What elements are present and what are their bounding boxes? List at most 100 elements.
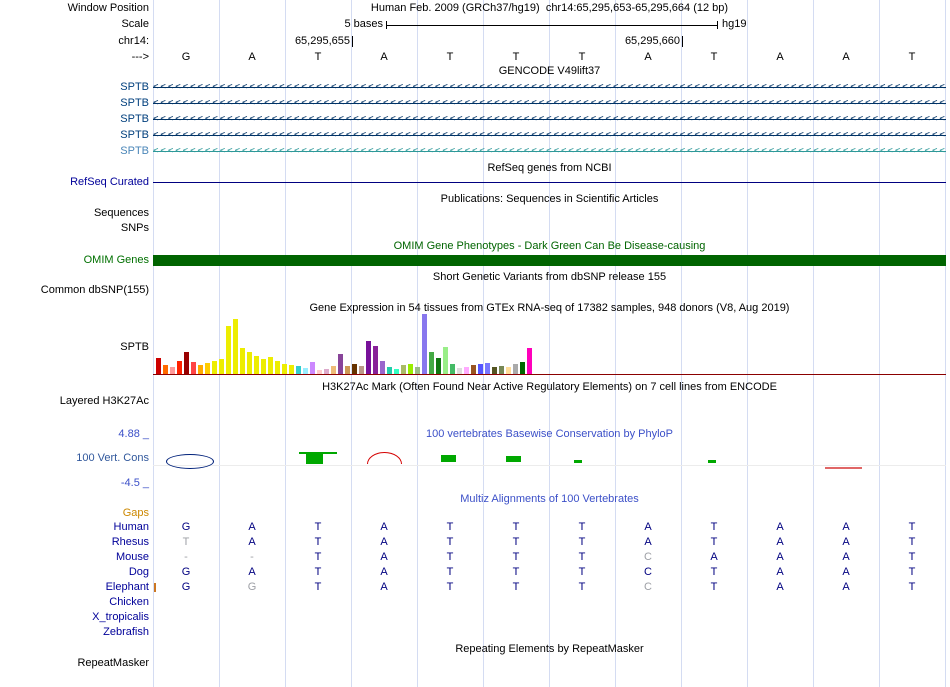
refseq-gene-line[interactable] (153, 182, 946, 183)
gtex-tissue-bar[interactable] (177, 361, 182, 374)
gtex-tissue-bar[interactable] (212, 361, 217, 374)
track-label-sptb-1[interactable]: SPTB (0, 81, 149, 94)
coord-right-tick (682, 36, 683, 47)
gtex-tissue-bar[interactable] (485, 363, 490, 374)
sptb-transcript-3[interactable]: <<<<<<<<<<<<<<<<<<<<<<<<<<<<<<<<<<<<<<<<… (153, 113, 946, 126)
gtex-tissue-bar[interactable] (506, 367, 511, 374)
chrom-label: chr14: (118, 35, 149, 47)
species-label-human[interactable]: Human (0, 521, 149, 534)
gtex-tissue-bar[interactable] (219, 359, 224, 374)
base-cell: - (250, 551, 254, 563)
gtex-tissue-bar[interactable] (240, 348, 245, 374)
gtex-tissue-bar[interactable] (352, 364, 357, 374)
gtex-tissue-bar[interactable] (198, 365, 203, 374)
track-label-sequences[interactable]: Sequences (0, 207, 149, 220)
omim-track-title: OMIM Gene Phenotypes - Dark Green Can Be… (393, 240, 706, 252)
gtex-tissue-bar[interactable] (471, 365, 476, 374)
gtex-tissue-bar[interactable] (331, 366, 336, 374)
gtex-tissue-bar[interactable] (520, 362, 525, 374)
omim-gene-bar[interactable] (153, 255, 946, 266)
gtex-tissue-bar[interactable] (205, 363, 210, 374)
gtex-tissue-bar[interactable] (408, 364, 413, 374)
sptb-transcript-2[interactable]: <<<<<<<<<<<<<<<<<<<<<<<<<<<<<<<<<<<<<<<<… (153, 97, 946, 110)
gtex-tissue-bar[interactable] (233, 319, 238, 374)
base-cell: T (512, 521, 520, 533)
track-label-gtex-sptb[interactable]: SPTB (0, 341, 149, 354)
species-label-elephant[interactable]: Elephant (0, 581, 149, 594)
gtex-tissue-bar[interactable] (380, 361, 385, 374)
scale-label: Scale (121, 18, 149, 30)
gtex-tissue-bar[interactable] (499, 366, 504, 374)
gtex-tissue-bar[interactable] (191, 362, 196, 374)
gtex-tissue-bar[interactable] (373, 346, 378, 374)
gtex-tissue-bar[interactable] (464, 367, 469, 374)
track-label-sptb-2[interactable]: SPTB (0, 97, 149, 110)
conservation-mark-base (153, 465, 946, 466)
gtex-tissue-bar[interactable] (184, 352, 189, 374)
gtex-tissue-bar[interactable] (254, 356, 259, 374)
publications-track-title: Publications: Sequences in Scientific Ar… (440, 193, 659, 205)
gtex-tissue-bar[interactable] (492, 367, 497, 374)
alignment-row-dog: GATATTTCTAAT (153, 566, 946, 579)
gtex-tissue-bar[interactable] (366, 341, 371, 374)
species-label-zebrafish[interactable]: Zebrafish (0, 626, 149, 639)
gtex-tissue-bar[interactable] (170, 367, 175, 374)
gtex-tissue-bar[interactable] (289, 365, 294, 374)
track-label-snps[interactable]: SNPs (0, 222, 149, 235)
gtex-tissue-bar[interactable] (422, 314, 427, 374)
gtex-tissue-bar[interactable] (226, 326, 231, 374)
gtex-tissue-bar[interactable] (338, 354, 343, 374)
track-label-common-dbsnp[interactable]: Common dbSNP(155) (0, 284, 149, 297)
species-label-chicken[interactable]: Chicken (0, 596, 149, 609)
species-label-dog[interactable]: Dog (0, 566, 149, 579)
base-cell: T (314, 536, 322, 548)
sptb-transcript-1[interactable]: <<<<<<<<<<<<<<<<<<<<<<<<<<<<<<<<<<<<<<<<… (153, 81, 946, 94)
gtex-tissue-bar[interactable] (345, 366, 350, 374)
species-label-rhesus[interactable]: Rhesus (0, 536, 149, 549)
gtex-tissue-bar[interactable] (387, 367, 392, 374)
phylop-min-label: -4.5 _ (120, 477, 149, 489)
gtex-tissue-bar[interactable] (268, 357, 273, 374)
track-label-sptb-5[interactable]: SPTB (0, 145, 149, 158)
gtex-tissue-bar[interactable] (527, 348, 532, 374)
gtex-tissue-bar[interactable] (247, 352, 252, 374)
gtex-tissue-bar[interactable] (282, 364, 287, 374)
gtex-tissue-bar[interactable] (163, 365, 168, 374)
gtex-tissue-bar[interactable] (401, 365, 406, 374)
track-label-layered-h3k27ac[interactable]: Layered H3K27Ac (0, 395, 149, 408)
conservation-mark-gbar (506, 456, 521, 462)
gtex-tissue-bar[interactable] (296, 366, 301, 374)
gtex-tissue-bar[interactable] (261, 359, 266, 374)
base-cell: A (776, 51, 784, 63)
track-label-omim-genes[interactable]: OMIM Genes (0, 254, 149, 267)
gtex-tissue-bar[interactable] (429, 352, 434, 374)
scale-bases-text: 5 bases (344, 18, 383, 30)
base-cell: T (578, 581, 586, 593)
base-cell: T (314, 581, 322, 593)
gtex-tissue-bar[interactable] (275, 361, 280, 374)
track-label-sptb-3[interactable]: SPTB (0, 113, 149, 126)
base-cell: T (512, 51, 520, 63)
track-label-refseq-curated[interactable]: RefSeq Curated (0, 176, 149, 189)
track-label-sptb-4[interactable]: SPTB (0, 129, 149, 142)
gtex-expression-chart[interactable] (153, 314, 946, 374)
gtex-tissue-bar[interactable] (156, 358, 161, 374)
base-cell: T (512, 581, 520, 593)
sptb-transcript-4[interactable]: <<<<<<<<<<<<<<<<<<<<<<<<<<<<<<<<<<<<<<<<… (153, 129, 946, 142)
gtex-tissue-bar[interactable] (436, 358, 441, 374)
gtex-tissue-bar[interactable] (478, 364, 483, 374)
gtex-tissue-bar[interactable] (513, 364, 518, 374)
species-label-mouse[interactable]: Mouse (0, 551, 149, 564)
base-cell: T (908, 581, 916, 593)
track-label-repeatmasker[interactable]: RepeatMasker (0, 657, 149, 670)
gtex-tissue-bar[interactable] (450, 364, 455, 374)
track-label-gaps[interactable]: Gaps (0, 507, 149, 520)
gtex-tissue-bar[interactable] (415, 367, 420, 374)
track-label-100-vert-cons[interactable]: 100 Vert. Cons (0, 452, 149, 465)
gtex-tissue-bar[interactable] (310, 362, 315, 374)
sptb-transcript-5[interactable]: <<<<<<<<<<<<<<<<<<<<<<<<<<<<<<<<<<<<<<<<… (153, 145, 946, 158)
species-label-x-tropicalis[interactable]: X_tropicalis (0, 611, 149, 624)
gtex-tissue-bar[interactable] (443, 347, 448, 374)
phylop-conservation-plot[interactable] (153, 445, 946, 477)
gtex-tissue-bar[interactable] (359, 366, 364, 374)
